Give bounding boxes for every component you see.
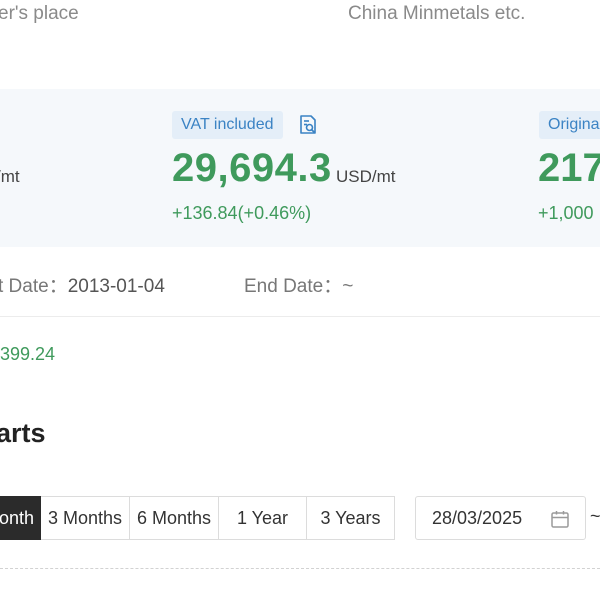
start-date: t Date：2013-01-04: [0, 271, 165, 298]
document-search-icon[interactable]: [297, 114, 319, 136]
original-price-change: +1,000: [538, 203, 594, 223]
calendar-icon: [551, 511, 569, 528]
green-price-value: 399.24: [0, 344, 56, 364]
vat-price-change: +136.84(+0.46%): [172, 203, 312, 223]
vat-price-value: 29,694.3: [172, 146, 332, 190]
chart-top-dashed-line: [0, 568, 600, 569]
date-picker-value: 28/03/2025: [432, 508, 523, 528]
supplier-name: China Minmetals etc.: [348, 3, 526, 24]
charts-section-title: arts: [0, 418, 46, 448]
end-date-value: ~: [342, 276, 354, 297]
range-button-1-year[interactable]: 1 Year: [219, 496, 307, 540]
start-date-label: t Date：: [0, 276, 68, 297]
page: er's place China Minmetals etc. /mt VAT …: [0, 0, 600, 600]
supplier-place-label: er's place: [0, 3, 79, 24]
original-price-badge: Origina: [539, 111, 600, 139]
vat-price-unit: USD/mt: [336, 167, 396, 186]
original-price-value: 217: [538, 146, 600, 190]
left-price-unit: /mt: [0, 167, 20, 186]
range-button-3-years[interactable]: 3 Years: [307, 496, 395, 540]
end-date: End Date：~: [244, 271, 353, 298]
range-button-1-month[interactable]: onth: [0, 496, 41, 540]
end-date-label: End Date：: [244, 276, 343, 297]
range-button-3-months[interactable]: 3 Months: [41, 496, 130, 540]
range-button-6-months[interactable]: 6 Months: [130, 496, 219, 540]
start-date-picker[interactable]: 28/03/2025: [415, 496, 586, 540]
start-date-value: 2013-01-04: [67, 276, 165, 297]
vat-included-badge: VAT included: [172, 111, 283, 139]
date-range-separator: ~: [590, 506, 600, 526]
time-range-selector: onth 3 Months 6 Months 1 Year 3 Years: [0, 496, 395, 540]
divider: [0, 316, 600, 317]
